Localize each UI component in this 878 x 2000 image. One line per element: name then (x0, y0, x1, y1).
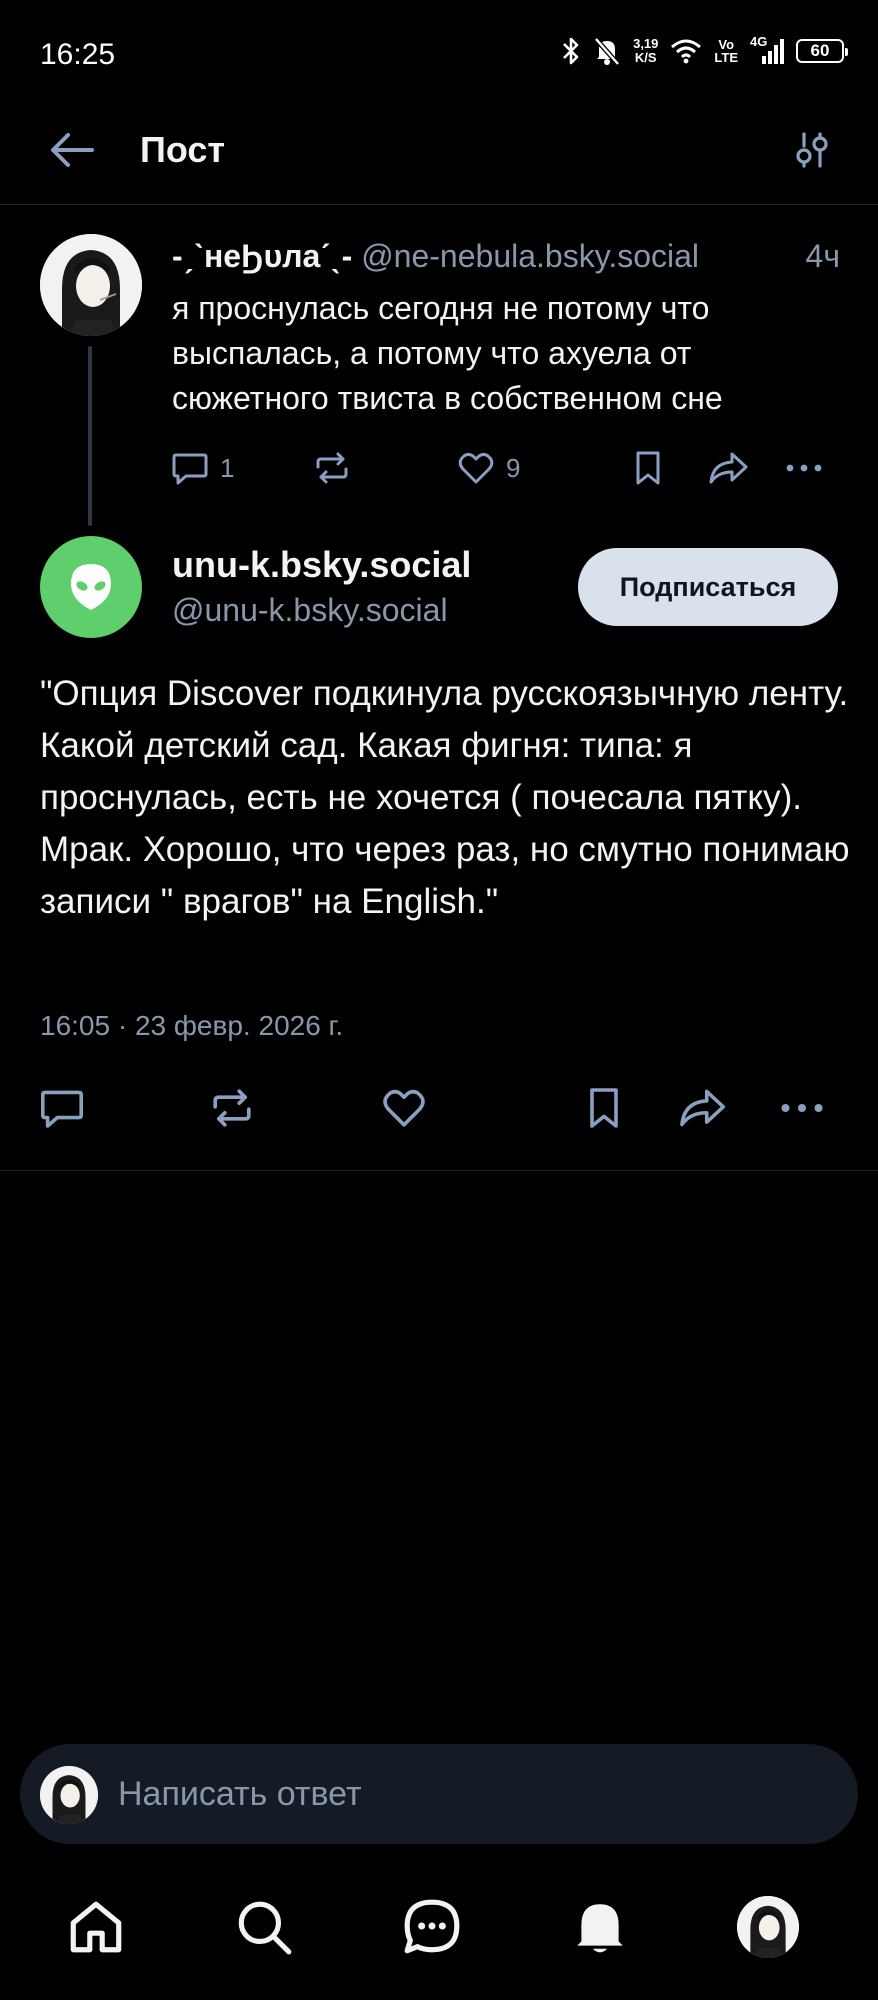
bookmark-button[interactable] (580, 1078, 628, 1138)
search-icon (238, 1901, 292, 1955)
nav-chat[interactable] (392, 1887, 472, 1967)
heart-icon (383, 1089, 425, 1127)
reply-button[interactable] (38, 1078, 86, 1138)
bookmark-icon (636, 451, 660, 485)
comment-icon (172, 453, 208, 485)
reply-composer[interactable]: Написать ответ (20, 1744, 858, 1844)
divider (0, 1170, 878, 1171)
nav-profile[interactable] (728, 1887, 808, 1967)
like-button[interactable] (380, 1078, 428, 1138)
parent-reply-button[interactable]: 1 (170, 438, 234, 498)
follow-button[interactable]: Подписаться (578, 548, 838, 626)
main-author-avatar[interactable] (40, 536, 142, 638)
share-button[interactable] (676, 1078, 728, 1138)
parent-share-button[interactable] (706, 438, 750, 498)
profile-avatar (737, 1896, 799, 1958)
share-icon (709, 452, 748, 484)
parent-like-button[interactable]: 9 (456, 438, 520, 498)
home-icon (70, 1901, 122, 1953)
parent-post-meta: -ˏˋнеϦυлаˊˎ- @ne-nebula.bsky.social (172, 236, 842, 276)
main-author-name[interactable]: unu-k.bsky.social (172, 544, 471, 586)
status-time: 16:25 (40, 38, 116, 71)
parent-like-count: 9 (506, 452, 521, 483)
cell-signal-icon: 4G (750, 34, 784, 66)
bell-icon (577, 1904, 623, 1953)
main-post-text: "Опция Discover подкинула русскоязычную … (40, 674, 850, 921)
battery-indicator: 60 (796, 39, 848, 63)
parent-post[interactable]: -ˏˋнеϦυлаˊˎ- @ne-nebula.bsky.social 4ч я… (0, 206, 878, 526)
parent-author-avatar[interactable] (40, 234, 142, 336)
parent-post-text: я проснулась сегодня не потому что выспа… (172, 290, 723, 416)
parent-bookmark-button[interactable] (628, 438, 668, 498)
parent-post-time: 4ч (805, 238, 840, 274)
status-icons: 3,19 K/S Vo LTE 4G 60 (561, 34, 848, 66)
parent-post-actions: 1 9 (0, 438, 878, 498)
repost-icon (316, 452, 348, 484)
status-bar: 16:25 3,19 K/S Vo LTE 4G 60 (0, 0, 878, 110)
main-author-handle[interactable]: @unu-k.bsky.social (172, 592, 448, 629)
wifi-icon (671, 39, 702, 64)
parent-author-handle[interactable]: @ne-nebula.bsky.social (361, 238, 699, 274)
reply-placeholder: Написать ответ (118, 1775, 362, 1813)
nav-search[interactable] (224, 1887, 304, 1967)
parent-more-button[interactable] (782, 438, 826, 498)
bluetooth-icon (563, 37, 579, 65)
current-user-avatar (40, 1766, 98, 1824)
parent-reply-count: 1 (220, 452, 235, 483)
main-post-author: unu-k.bsky.social @unu-k.bsky.social Под… (0, 530, 878, 640)
parent-repost-button[interactable] (312, 438, 352, 498)
repost-button[interactable] (208, 1078, 256, 1138)
thread-line (88, 346, 92, 526)
bottom-nav (0, 1865, 878, 2000)
sliders-icon (796, 132, 828, 168)
volte-indicator: Vo LTE (714, 37, 738, 65)
back-button[interactable] (44, 122, 100, 178)
thread-settings-button[interactable] (786, 124, 838, 176)
main-post-date: 16:05 · 23 февр. 2026 г. (40, 1010, 344, 1041)
header: Пост (0, 110, 878, 205)
comment-icon (41, 1090, 83, 1128)
repost-icon (213, 1089, 251, 1127)
nav-notifications[interactable] (560, 1887, 640, 1967)
bell-off-icon (594, 37, 620, 66)
more-icon (786, 464, 822, 472)
nav-home[interactable] (56, 1887, 136, 1967)
alien-icon (71, 564, 111, 610)
arrow-left-icon (51, 133, 94, 167)
chat-icon (404, 1899, 460, 1954)
heart-icon (458, 452, 494, 484)
main-post-actions (0, 1078, 878, 1138)
network-speed: 3,19 K/S (633, 36, 659, 65)
parent-author-name[interactable]: -ˏˋнеϦυлаˊˎ- (172, 238, 352, 274)
more-button[interactable] (776, 1078, 828, 1138)
page-title: Пост (140, 129, 226, 170)
more-icon (781, 1103, 823, 1113)
share-icon (680, 1089, 726, 1127)
bookmark-icon (590, 1088, 618, 1128)
